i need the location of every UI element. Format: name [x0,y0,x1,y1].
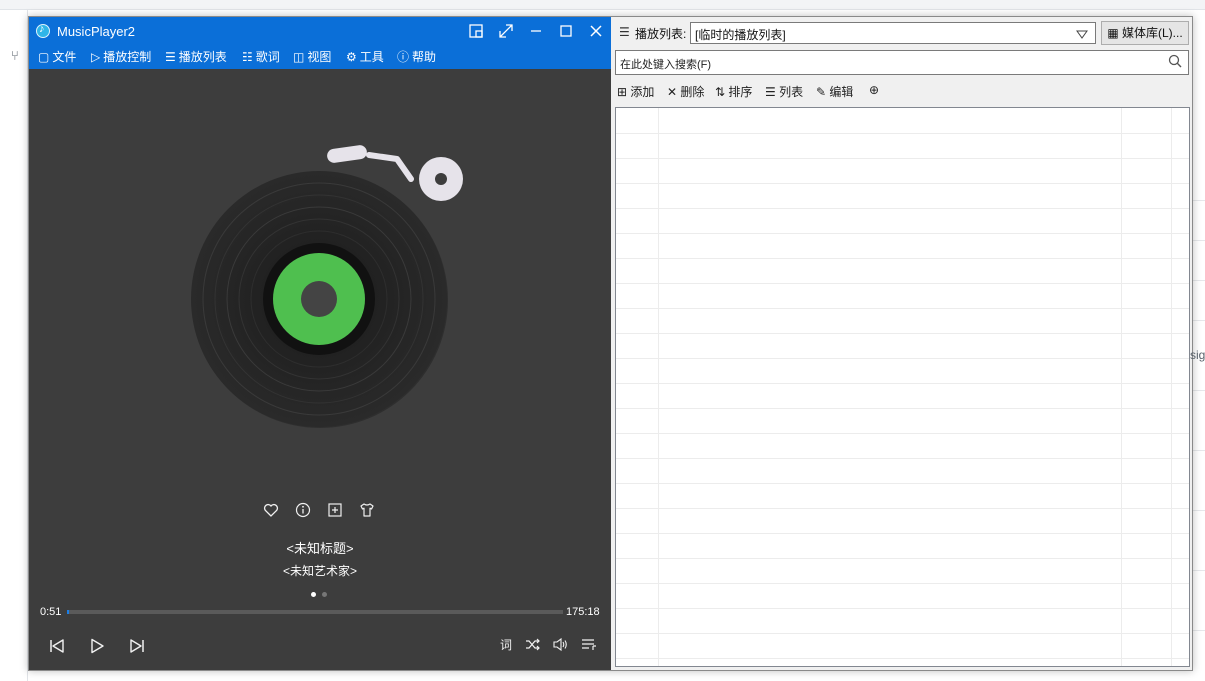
shuffle-icon[interactable] [524,637,540,653]
volume-icon[interactable] [552,637,568,653]
chevron-down-icon [1075,25,1089,44]
close-icon[interactable] [585,21,607,41]
next-icon[interactable] [127,637,147,657]
list-row-divider [616,333,1189,334]
current-time: 0:51 [40,606,62,618]
list-row-divider [616,233,1189,234]
list-row-divider [616,133,1189,134]
playlist-list[interactable] [615,107,1190,667]
list-row-divider [616,383,1189,384]
search-input[interactable]: 在此处键入搜索(F) [615,50,1189,75]
fullscreen-icon[interactable] [495,21,517,41]
folder-icon: ▢ [38,50,50,64]
view-icon: ◫ [293,50,305,64]
branch-icon: ⑂ [11,48,19,63]
list-row-divider [616,258,1189,259]
list-row-divider [616,433,1189,434]
previous-icon[interactable] [47,637,67,657]
skin-icon[interactable] [357,500,377,520]
grid-icon: ▦ [1107,26,1119,40]
list-row-divider [616,583,1189,584]
list-row-divider [616,158,1189,159]
playlist-icon: ☰ [165,50,176,64]
playlist-toolbar: ⊞ 添加 ✕ 删除 ⇅ 排序 ☰ 列表 ✎ 编辑 ⊕ [615,81,1189,103]
list-row-divider [616,208,1189,209]
progress-fill [67,610,70,614]
help-icon: ⓘ [397,50,410,64]
playlist-panel: ☰ 播放列表: [临时的播放列表] ▦ 媒体库(L)... 在此处键入搜索(F)… [611,17,1192,670]
pencil-icon: ✎ [816,85,827,99]
title-bar: MusicPlayer2 [29,17,611,45]
list-row-divider [616,408,1189,409]
background-fragment: sig [1190,348,1205,362]
list-button[interactable]: ☰ 列表 [765,83,803,100]
page-dot[interactable] [322,592,327,597]
album-cover [191,145,463,428]
maximize-icon[interactable] [555,21,577,41]
background-browser-bar [0,0,1205,10]
media-library-button[interactable]: ▦ 媒体库(L)... [1101,21,1189,45]
background-bottom-edge [28,671,1193,681]
background-left-gutter: ⑂ [0,10,28,681]
list-row-divider [616,283,1189,284]
list-row-divider [616,508,1189,509]
play-outline-icon: ▷ [91,50,101,64]
minimize-icon[interactable] [525,21,547,41]
gear-icon: ⚙ [346,50,357,64]
list-row-divider [616,183,1189,184]
play-icon[interactable] [87,637,107,657]
menu-playlist[interactable]: ☰ 播放列表 [165,48,227,66]
song-title: <未知标题> [286,541,354,556]
list-row-divider [616,308,1189,309]
playlist-label: 播放列表: [635,27,687,41]
edit-button[interactable]: ✎ 编辑 [816,83,853,100]
search-icon[interactable] [1168,54,1182,71]
list-row-divider [616,458,1189,459]
menu-help[interactable]: ⓘ 帮助 [397,48,436,66]
list-row-divider [616,633,1189,634]
song-artist: <未知艺术家> [282,564,358,578]
plus-box-icon: ⊞ [617,85,628,99]
background-right-edge [1193,10,1205,681]
list-row-divider [616,558,1189,559]
add-button[interactable]: ⊞ 添加 [617,83,654,100]
total-time: 175:18 [566,606,600,618]
list-row-divider [616,608,1189,609]
page-dot-active[interactable] [311,592,316,597]
progress-bar[interactable] [67,610,563,614]
menu-file[interactable]: ▢ 文件 [38,48,76,66]
sort-button[interactable]: ⇅ 排序 [715,83,752,100]
list-row-divider [616,658,1189,659]
list-icon: ☰ [765,85,776,99]
favorite-icon[interactable] [261,500,281,520]
x-icon: ✕ [667,85,678,99]
app-icon [36,23,50,38]
list-row-divider [616,483,1189,484]
menu-playback[interactable]: ▷ 播放控制 [91,48,151,66]
playlist-select-value: [临时的播放列表] [695,28,786,42]
playlist-toggle-icon[interactable] [581,637,597,653]
list-row-divider [616,533,1189,534]
menu-lyrics[interactable]: ☷ 歌词 [242,48,280,66]
menu-tools[interactable]: ⚙ 工具 [346,48,384,66]
music-player-window: MusicPlayer2 ▢文件 ▷播放控制 ☰播放列表 ☷歌词 ◫视图 ⚙ [28,16,1193,671]
add-to-playlist-icon[interactable] [325,500,345,520]
search-placeholder: 在此处键入搜索(F) [620,59,712,71]
list-row-divider [616,358,1189,359]
mini-mode-icon[interactable] [465,21,487,41]
delete-button[interactable]: ✕ 删除 [667,83,704,100]
sort-icon: ⇅ [715,85,726,99]
playlist-icon: ☰ [619,25,630,39]
menu-view[interactable]: ◫ 视图 [293,48,331,66]
menu-bar: ▢ 文件 ▷ 播放控制 ☰ 播放列表 ☷ 歌词 ◫ 视图 ⚙ 工具 ⓘ 帮助 [29,45,611,69]
lyrics-toggle-icon[interactable]: 词 [498,637,514,653]
info-icon[interactable] [293,500,313,520]
playlist-select[interactable]: [临时的播放列表] [690,22,1096,44]
player-panel: MusicPlayer2 ▢文件 ▷播放控制 ☰播放列表 ☷歌词 ◫视图 ⚙ [29,17,611,670]
locate-icon[interactable]: ⊕ [869,83,879,97]
lyrics-icon: ☷ [242,50,253,64]
app-title: MusicPlayer2 [57,24,136,39]
